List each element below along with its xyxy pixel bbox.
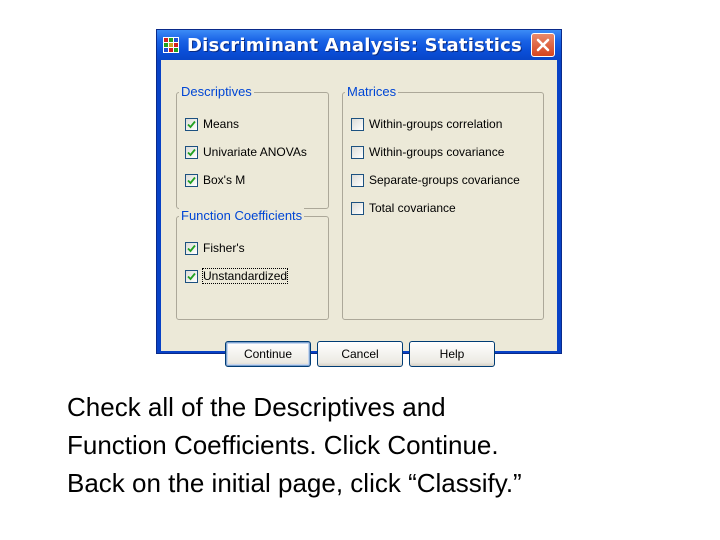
boxs-m-checkbox[interactable] bbox=[185, 173, 198, 187]
help-button[interactable]: Help bbox=[409, 341, 495, 367]
means-label: Means bbox=[203, 117, 240, 131]
descriptives-group: Descriptives Means Univariate ANOVAs Box… bbox=[176, 84, 329, 209]
checkmark-icon bbox=[187, 176, 196, 184]
within-groups-correlation-checkbox[interactable] bbox=[351, 117, 364, 131]
within-groups-correlation-label: Within-groups correlation bbox=[369, 117, 503, 131]
close-button[interactable] bbox=[531, 33, 555, 57]
within-groups-correlation-checkbox-row[interactable]: Within-groups correlation bbox=[351, 116, 502, 132]
univariate-anovas-label: Univariate ANOVAs bbox=[203, 145, 307, 159]
dialog-title: Discriminant Analysis: Statistics bbox=[187, 35, 522, 56]
separate-groups-covariance-checkbox-row[interactable]: Separate-groups covariance bbox=[351, 172, 520, 188]
checkmark-icon bbox=[187, 120, 196, 128]
checkmark-icon bbox=[187, 272, 196, 280]
univariate-anovas-checkbox-row[interactable]: Univariate ANOVAs bbox=[185, 144, 307, 160]
caption-line-2: Function Coefficients. Click Continue. bbox=[67, 430, 499, 460]
separate-groups-covariance-checkbox[interactable] bbox=[351, 173, 364, 187]
cancel-button[interactable]: Cancel bbox=[317, 341, 403, 367]
separate-groups-covariance-label: Separate-groups covariance bbox=[369, 173, 520, 187]
instruction-caption: Check all of the Descriptives and Functi… bbox=[67, 388, 707, 502]
spss-grid-icon bbox=[163, 37, 179, 53]
descriptives-legend: Descriptives bbox=[179, 84, 254, 99]
univariate-anovas-checkbox[interactable] bbox=[185, 145, 198, 159]
checkmark-icon bbox=[187, 244, 196, 252]
unstandardized-checkbox-row[interactable]: Unstandardized bbox=[185, 268, 289, 284]
total-covariance-checkbox-row[interactable]: Total covariance bbox=[351, 200, 456, 216]
within-groups-covariance-checkbox[interactable] bbox=[351, 145, 364, 159]
total-covariance-checkbox[interactable] bbox=[351, 201, 364, 215]
within-groups-covariance-label: Within-groups covariance bbox=[369, 145, 505, 159]
checkmark-icon bbox=[187, 148, 196, 156]
total-covariance-label: Total covariance bbox=[369, 201, 456, 215]
statistics-dialog: Discriminant Analysis: Statistics Descri… bbox=[156, 29, 562, 367]
matrices-legend: Matrices bbox=[345, 84, 399, 99]
means-checkbox-row[interactable]: Means bbox=[185, 116, 239, 132]
unstandardized-label: Unstandardized bbox=[201, 268, 289, 284]
close-icon bbox=[536, 38, 550, 52]
unstandardized-checkbox[interactable] bbox=[185, 269, 198, 283]
continue-button[interactable]: Continue bbox=[225, 341, 311, 367]
function-coefficients-group: Function Coefficients Fisher's Unstandar… bbox=[176, 208, 329, 320]
fishers-label: Fisher's bbox=[203, 241, 245, 255]
caption-line-3: Back on the initial page, click “Classif… bbox=[67, 468, 522, 498]
fishers-checkbox-row[interactable]: Fisher's bbox=[185, 240, 245, 256]
boxs-m-label: Box's M bbox=[203, 173, 246, 187]
dialog-client-area: Descriptives Means Univariate ANOVAs Box… bbox=[161, 60, 557, 367]
function-coefficients-legend: Function Coefficients bbox=[179, 208, 305, 223]
matrices-group: Matrices Within-groups correlation Withi… bbox=[342, 84, 544, 320]
fishers-checkbox[interactable] bbox=[185, 241, 198, 255]
title-bar[interactable]: Discriminant Analysis: Statistics bbox=[157, 30, 561, 60]
means-checkbox[interactable] bbox=[185, 117, 198, 131]
boxs-m-checkbox-row[interactable]: Box's M bbox=[185, 172, 245, 188]
caption-line-1: Check all of the Descriptives and bbox=[67, 392, 446, 422]
within-groups-covariance-checkbox-row[interactable]: Within-groups covariance bbox=[351, 144, 504, 160]
